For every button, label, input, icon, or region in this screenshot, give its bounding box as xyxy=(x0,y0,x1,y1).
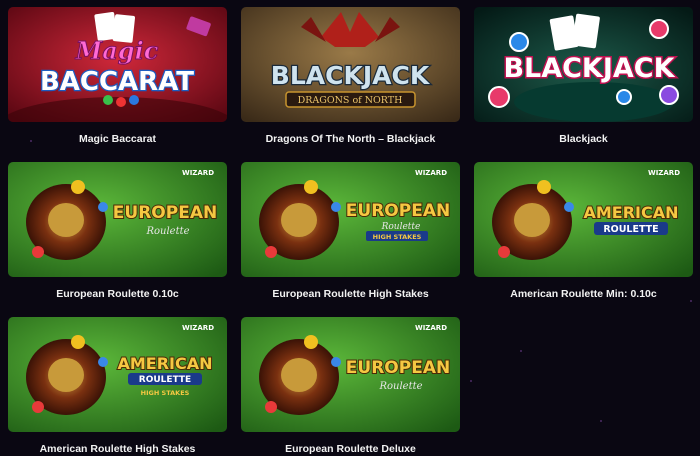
logo-text-line: BLACKJACK xyxy=(271,61,431,90)
game-thumbnail[interactable]: WIZARD EUROPEAN Roulette xyxy=(8,162,227,277)
logo-text-line: Magic xyxy=(75,36,159,65)
brand-label: WIZARD xyxy=(648,169,680,177)
brand-label: WIZARD xyxy=(415,169,447,177)
logo-text-line: Roulette xyxy=(378,381,422,392)
brand-label: WIZARD xyxy=(182,324,214,332)
game-card[interactable]: BLACKJACK DRAGONS of NORTH Dragons Of Th… xyxy=(241,7,460,162)
game-title[interactable]: American Roulette Min: 0.10c xyxy=(474,287,693,307)
playing-card-icon xyxy=(572,13,600,49)
logo-text-line: ROULETTE xyxy=(139,375,191,385)
logo-text-line: HIGH STAKES xyxy=(141,389,190,397)
game-title[interactable]: European Roulette Deluxe xyxy=(241,442,460,456)
brand-label: WIZARD xyxy=(182,169,214,177)
game-title[interactable]: American Roulette High Stakes xyxy=(8,442,227,456)
logo-text-line: BLACKJACK xyxy=(503,53,675,84)
game-title[interactable]: Magic Baccarat xyxy=(8,132,227,152)
game-thumbnail[interactable]: WIZARD AMERICAN ROULETTE HIGH STAKES xyxy=(8,317,227,432)
game-grid: Magic BACCARAT Magic Baccarat BLACKJACK … xyxy=(8,7,693,456)
american-roulette-high-art: WIZARD AMERICAN ROULETTE HIGH STAKES xyxy=(8,317,227,432)
logo-text-line: EUROPEAN xyxy=(346,358,450,378)
game-thumbnail[interactable]: WIZARD EUROPEAN Roulette HIGH STAKES xyxy=(241,162,460,277)
game-title[interactable]: European Roulette 0.10c xyxy=(8,287,227,307)
game-thumbnail[interactable]: BLACKJACK xyxy=(474,7,693,122)
game-title[interactable]: Blackjack xyxy=(474,132,693,152)
game-card[interactable]: WIZARD EUROPEAN Roulette European Roulet… xyxy=(241,317,460,456)
logo-text-line: HIGH STAKES xyxy=(373,233,422,241)
game-card[interactable]: BLACKJACK Blackjack xyxy=(474,7,693,162)
logo-text-line: Roulette xyxy=(145,226,189,237)
game-card[interactable]: WIZARD EUROPEAN Roulette European Roulet… xyxy=(8,162,227,317)
logo-text-line: EUROPEAN xyxy=(113,203,217,223)
magic-baccarat-art: Magic BACCARAT xyxy=(8,7,227,122)
logo-text-line: Roulette xyxy=(381,222,421,232)
game-card[interactable]: WIZARD AMERICAN ROULETTE American Roulet… xyxy=(474,162,693,317)
logo-text-line: DRAGONS of NORTH xyxy=(298,95,403,106)
game-card[interactable]: WIZARD EUROPEAN Roulette HIGH STAKES Eur… xyxy=(241,162,460,317)
game-card[interactable]: Magic BACCARAT Magic Baccarat xyxy=(8,7,227,162)
brand-label: WIZARD xyxy=(415,324,447,332)
logo-text-line: AMERICAN xyxy=(117,354,212,373)
game-thumbnail[interactable]: WIZARD EUROPEAN Roulette xyxy=(241,317,460,432)
logo-text-line: AMERICAN xyxy=(583,203,678,222)
american-roulette-art: WIZARD AMERICAN ROULETTE xyxy=(474,162,693,277)
game-thumbnail[interactable]: WIZARD AMERICAN ROULETTE xyxy=(474,162,693,277)
game-title[interactable]: Dragons Of The North – Blackjack xyxy=(241,132,460,152)
game-thumbnail[interactable]: BLACKJACK DRAGONS of NORTH xyxy=(241,7,460,122)
blackjack-art: BLACKJACK xyxy=(474,7,693,122)
dragons-blackjack-art: BLACKJACK DRAGONS of NORTH xyxy=(241,7,460,122)
european-roulette-high-art: WIZARD EUROPEAN Roulette HIGH STAKES xyxy=(241,162,460,277)
game-card[interactable]: WIZARD AMERICAN ROULETTE HIGH STAKES Ame… xyxy=(8,317,227,456)
game-thumbnail[interactable]: Magic BACCARAT xyxy=(8,7,227,122)
logo-text-line: ROULETTE xyxy=(603,224,658,235)
european-roulette-deluxe-art: WIZARD EUROPEAN Roulette xyxy=(241,317,460,432)
game-title[interactable]: European Roulette High Stakes xyxy=(241,287,460,307)
european-roulette-art: WIZARD EUROPEAN Roulette xyxy=(8,162,227,277)
logo-text-line: EUROPEAN xyxy=(346,201,450,221)
logo-text-line: BACCARAT xyxy=(40,67,194,97)
